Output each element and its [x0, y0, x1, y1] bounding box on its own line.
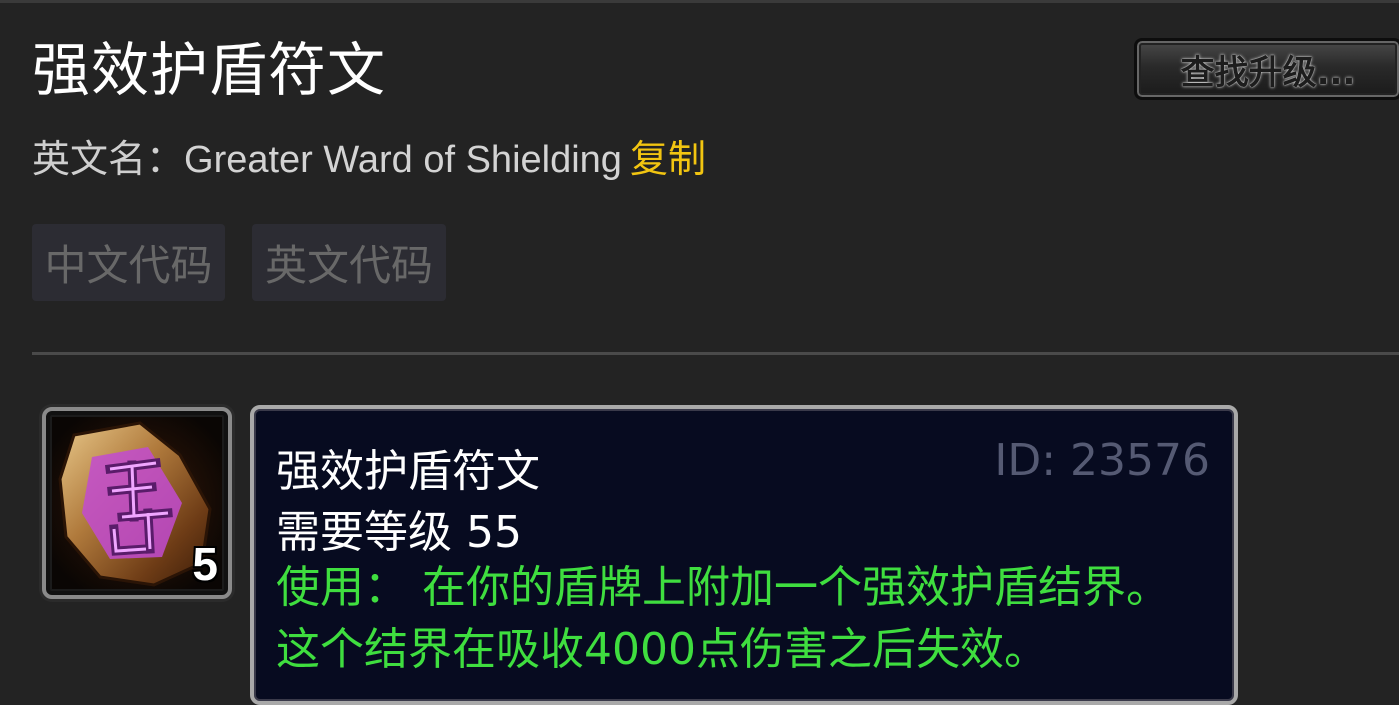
tooltip-item-id: ID: 23576: [994, 435, 1210, 486]
stack-count: 5: [192, 538, 218, 590]
tooltip-use-effect: 使用： 在你的盾牌上附加一个强效护盾结界。这个结界在吸收4000点伤害之后失效。: [276, 562, 1170, 675]
top-border: [0, 0, 1399, 3]
item-icon-frame[interactable]: 5: [42, 407, 232, 599]
tooltip-item-name: 强效护盾符文: [276, 446, 540, 497]
tooltip-required-level: 需要等级 55: [276, 507, 522, 558]
chinese-code-button[interactable]: 中文代码: [32, 224, 225, 301]
find-upgrade-label: 查找升级...: [1180, 52, 1356, 93]
page-title: 强效护盾符文: [32, 36, 387, 104]
english-name-value: Greater Ward of Shielding: [184, 139, 622, 181]
find-upgrade-button[interactable]: 查找升级...: [1134, 38, 1399, 100]
copy-link[interactable]: 复制: [630, 139, 706, 181]
section-divider: [32, 352, 1399, 355]
item-tooltip: 强效护盾符文 ID: 23576 需要等级 55 使用： 在你的盾牌上附加一个强…: [250, 405, 1238, 705]
english-name-label: 英文名：: [32, 139, 185, 181]
english-code-button[interactable]: 英文代码: [252, 224, 446, 301]
english-name-row: 英文名：Greater Ward of Shielding 复制: [32, 134, 706, 186]
